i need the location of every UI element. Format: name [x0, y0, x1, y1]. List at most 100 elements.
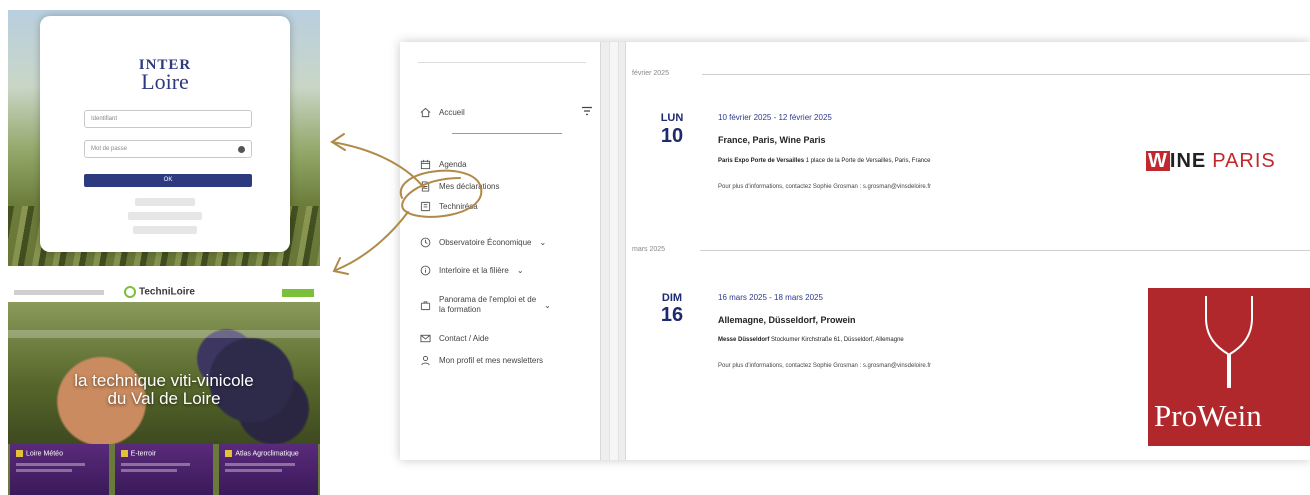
arrow-to-login-head — [330, 133, 346, 151]
month-divider — [700, 250, 1310, 251]
username-placeholder: Identifiant — [91, 116, 118, 122]
info-icon — [420, 265, 431, 275]
panorama-line2: la formation — [439, 305, 481, 314]
eye-icon[interactable] — [238, 146, 245, 153]
event-date-range: 10 février 2025 - 12 février 2025 — [718, 113, 832, 122]
event-street: Stockumer Kirchstraße 61, Düsseldorf, Al… — [771, 337, 904, 343]
card-text — [120, 469, 177, 473]
agenda-main: février 2025 LUN 10 10 février 2025 - 12… — [626, 42, 1310, 460]
techni-header: TechniLoire — [8, 284, 320, 302]
meteo-icon — [16, 450, 23, 457]
sidebar-item-accueil[interactable]: Accueil — [420, 104, 465, 120]
sidebar-label: Technirésa — [439, 201, 478, 211]
event-day-number: 10 — [660, 125, 684, 147]
techni-logo-icon — [124, 286, 136, 298]
card-text — [120, 463, 190, 467]
month-divider — [702, 74, 1310, 75]
month-label: mars 2025 — [632, 246, 666, 253]
scrollbar-track[interactable] — [609, 42, 619, 460]
calendar-icon — [420, 159, 431, 169]
help-link[interactable] — [133, 226, 197, 234]
sidebar-item-declarations[interactable]: Mes déclarations — [420, 178, 499, 194]
card-text — [16, 469, 73, 473]
sidebar-item-agenda[interactable]: Agenda — [420, 156, 467, 172]
document-icon — [421, 180, 430, 192]
event-contact-info: Pour plus d'informations, contactez Soph… — [718, 184, 931, 190]
sidebar-label: Mon profil et mes newsletters — [439, 355, 544, 365]
panorama-line1: Panorama de l'emploi et de — [439, 295, 537, 304]
sidebar-item-contact[interactable]: Contact / Aide — [420, 330, 489, 346]
event-venue: Messe Düsseldorf — [718, 337, 770, 343]
scroll-gutter[interactable] — [600, 42, 626, 460]
interloire-logo: INTER Loire — [40, 58, 290, 93]
password-placeholder: Mot de passe — [91, 146, 128, 152]
event-title[interactable]: France, Paris, Wine Paris — [718, 135, 825, 145]
prowein-text: ProWein — [1154, 398, 1262, 433]
sidebar: Accueil Agenda Mes déclarations Techniré… — [400, 42, 600, 460]
login-button[interactable]: OK — [84, 174, 252, 187]
techni-nav[interactable] — [14, 290, 104, 295]
login-card: INTER Loire Identifiant Mot de passe OK — [40, 16, 290, 252]
card-label: E-terroir — [130, 450, 156, 458]
wine-glasses-icon — [1205, 296, 1253, 388]
card-label: Atlas Agroclimatique — [235, 450, 299, 458]
login-screenshot: INTER Loire Identifiant Mot de passe OK — [8, 10, 320, 266]
techniloire-logo[interactable]: TechniLoire — [124, 286, 195, 298]
sidebar-item-profil[interactable]: Mon profil et mes newsletters — [420, 352, 543, 368]
month-label: février 2025 — [632, 70, 669, 77]
card-text — [16, 463, 86, 467]
password-field[interactable]: Mot de passe — [84, 140, 252, 158]
hero-line1: la technique viti-vinicole — [74, 371, 254, 390]
chevron-down-icon[interactable]: ⌄ — [540, 238, 547, 247]
techni-card-meteo[interactable]: Loire Météo — [10, 444, 109, 495]
sidebar-item-technireso[interactable]: Technirésa — [420, 198, 478, 214]
logo-line2: Loire — [141, 69, 189, 94]
sidebar-label-panorama: Panorama de l'emploi et de la formation — [439, 295, 536, 315]
event-date-range: 16 mars 2025 - 18 mars 2025 — [718, 293, 823, 302]
techni-card-eterroir[interactable]: E-terroir — [114, 444, 214, 495]
card-text — [225, 469, 282, 473]
techni-subnav — [8, 330, 320, 338]
atlas-icon — [225, 450, 233, 457]
chevron-down-icon[interactable]: ⌄ — [544, 301, 551, 310]
register-link[interactable] — [128, 212, 202, 220]
event-day-number: 16 — [660, 304, 684, 326]
user-icon — [421, 355, 430, 365]
sidebar-item-observatoire[interactable]: Observatoire Économique ⌄ — [420, 234, 546, 250]
techni-cards: Loire Météo E-terroir Atlas Agroclimatiq… — [8, 444, 320, 495]
mail-icon — [420, 334, 431, 342]
sidebar-label: Mes déclarations — [439, 181, 500, 191]
sidebar-item-panorama[interactable]: Panorama de l'emploi et de la formation … — [420, 292, 551, 318]
wine-paris-logo: W INE PARIS — [1146, 150, 1276, 173]
home-icon — [420, 107, 431, 117]
network-icon — [420, 201, 431, 211]
sidebar-separator — [452, 133, 562, 134]
wine-logo-paris: PARIS — [1212, 150, 1276, 172]
event-venue: Paris Expo Porte de Versailles — [718, 158, 805, 164]
sidebar-label: Interloire et la filière — [439, 265, 509, 275]
eterroir-icon — [120, 450, 128, 457]
sidebar-top-divider — [418, 62, 586, 63]
techni-hero: la technique viti-vinicole du Val de Loi… — [8, 302, 320, 444]
card-text — [225, 463, 295, 467]
techni-card-atlas[interactable]: Atlas Agroclimatique — [219, 444, 319, 495]
event-address: Paris Expo Porte de Versailles 1 place d… — [718, 158, 930, 164]
forgot-password-link[interactable] — [135, 198, 195, 206]
techni-logo-text: TechniLoire — [139, 286, 195, 298]
chevron-down-icon[interactable]: ⌄ — [517, 266, 524, 275]
extranet-window: Accueil Agenda Mes déclarations Techniré… — [400, 42, 1310, 460]
username-field[interactable]: Identifiant — [84, 110, 252, 128]
sidebar-label: Observatoire Économique — [439, 237, 532, 247]
event-address: Messe Düsseldorf Stockumer Kirchstraße 6… — [718, 337, 904, 343]
sidebar-item-interloire[interactable]: Interloire et la filière ⌄ — [420, 262, 524, 278]
arrow-to-techni — [335, 211, 409, 271]
techni-cta-button[interactable] — [282, 289, 314, 297]
event-title[interactable]: Allemagne, Düsseldorf, Prowein — [718, 315, 856, 325]
briefcase-icon — [420, 300, 431, 310]
techniloire-screenshot: TechniLoire la technique viti-vinicole d… — [8, 284, 320, 495]
event-day-name: LUN — [660, 112, 684, 124]
arrow-to-techni-head — [332, 257, 349, 275]
prowein-logo: ProWein — [1148, 288, 1310, 446]
filter-icon[interactable] — [582, 106, 592, 116]
card-label: Loire Météo — [26, 450, 63, 458]
